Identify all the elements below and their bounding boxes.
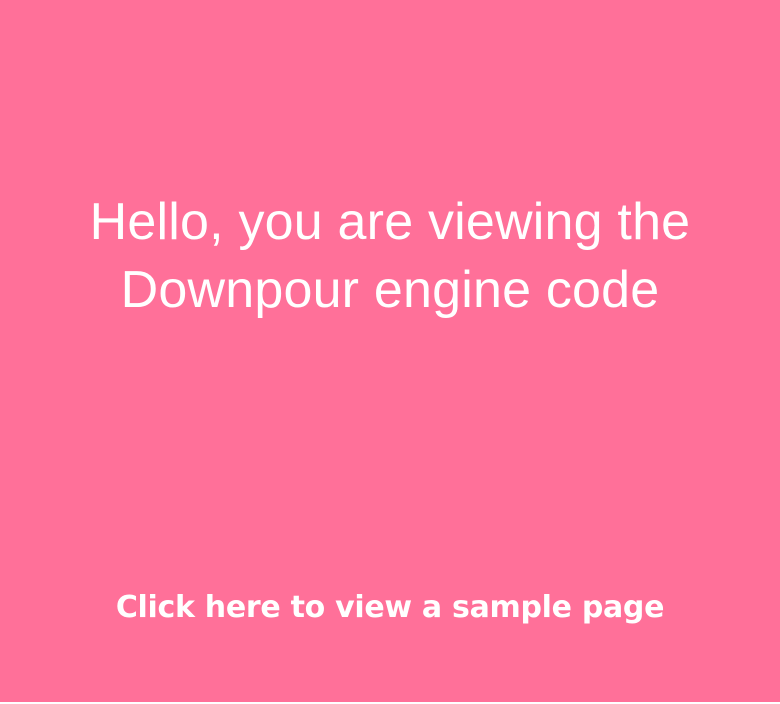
welcome-heading: Hello, you are viewing the Downpour engi… [0, 188, 780, 324]
welcome-heading-line-1: Hello, you are viewing the [89, 193, 691, 251]
view-sample-page-link[interactable]: Click here to view a sample page [0, 588, 780, 628]
welcome-heading-line-2: Downpour engine code [120, 261, 660, 319]
welcome-panel: Hello, you are viewing the Downpour engi… [0, 0, 780, 702]
